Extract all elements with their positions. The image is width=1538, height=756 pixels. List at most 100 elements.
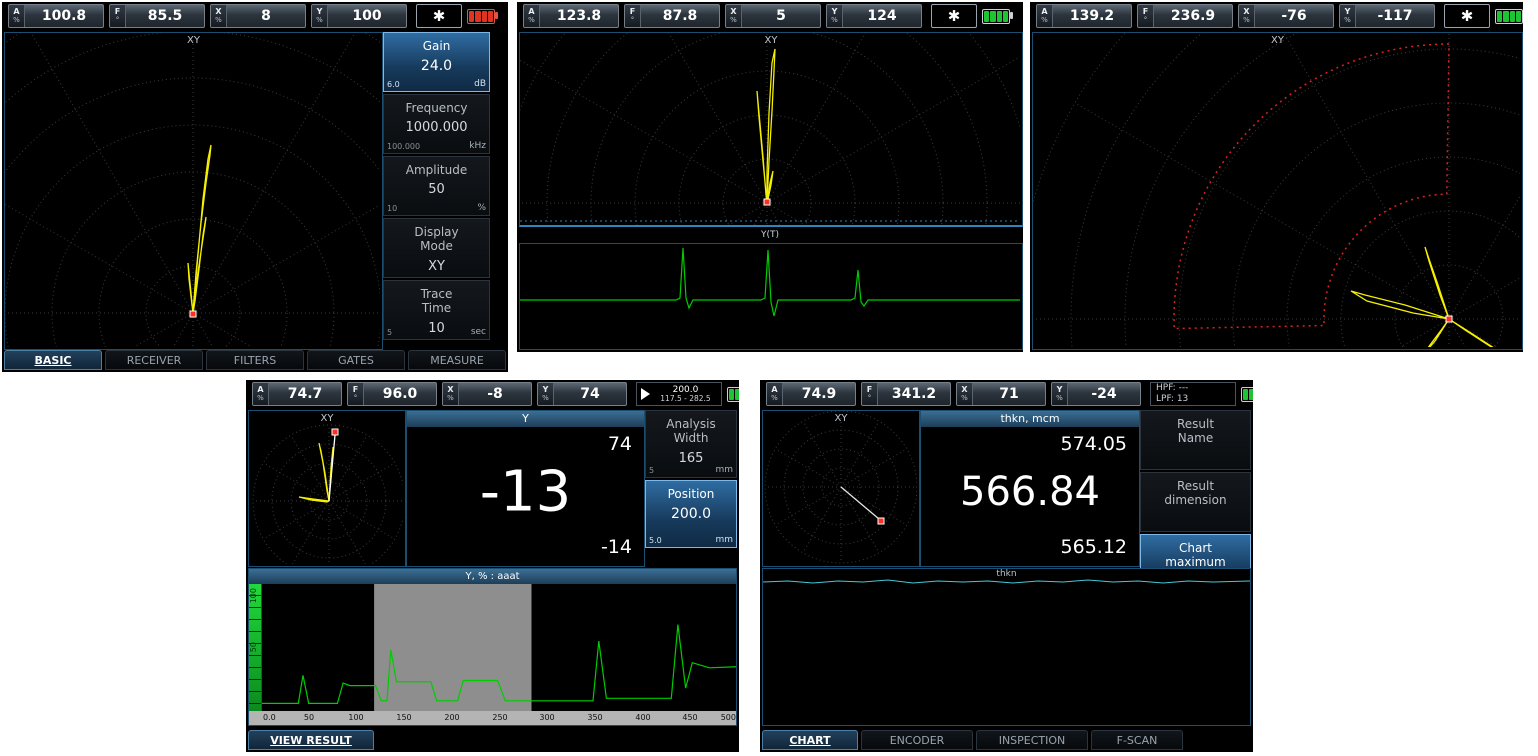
tab-inspection[interactable]: INSPECTION [976, 730, 1088, 750]
readout-phase: F ° 85.5 [109, 4, 205, 28]
impedance-plane-plot: XY [519, 32, 1023, 227]
y-value: -117 [1377, 8, 1413, 24]
value-max: 574.05 [1060, 433, 1127, 455]
battery-icon [467, 8, 498, 24]
readout-amplitude: A% 139.2 [1036, 4, 1132, 28]
readout-phase: F ° 341.2 [861, 382, 951, 406]
x-label: X% [1239, 5, 1255, 27]
amplitude-value: 123.8 [556, 8, 602, 24]
strip-chart-title: Y, % : aaat [249, 569, 736, 584]
amplitude-value: 74.7 [287, 386, 323, 402]
readout-x: X% -8 [442, 382, 532, 406]
readout-y: Y% -117 [1339, 4, 1435, 28]
tab-f-scan[interactable]: F-SCAN [1091, 730, 1183, 750]
tab-measure[interactable]: MEASURE [408, 350, 506, 370]
readout-y: Y% 74 [537, 382, 627, 406]
thickness-trend-strip: thkn [762, 568, 1251, 726]
menu-item-result-name[interactable]: Result Name [1140, 410, 1251, 470]
x-value: 5 [776, 8, 786, 24]
value-main: 566.84 [960, 468, 1100, 515]
readout-amplitude: A% 123.8 [523, 4, 619, 28]
screen-basic-settings: A% 100.8 F ° 85.5 X% 8 Y% 100 ✱ XY Gain 2… [2, 2, 508, 372]
value-main: -13 [479, 459, 572, 525]
readout-y: Y% 100 [311, 4, 407, 28]
battery-icon [1495, 8, 1523, 24]
x-label: X% [211, 5, 227, 27]
amplitude-label: A% [9, 5, 25, 27]
x-value: -8 [487, 386, 503, 402]
menu-item-gain[interactable]: Gain 24.0 6.0 dB [383, 32, 490, 92]
tab-gates[interactable]: GATES [307, 350, 405, 370]
x-axis: 0.0 50 100 150 200 250 300 350 400 450 5… [249, 711, 736, 725]
battery-icon [1241, 386, 1253, 402]
value-panel-title: Y [407, 411, 644, 427]
readout-x: X% 8 [210, 4, 306, 28]
thickness-trend-plot [763, 569, 1250, 725]
tab-view-result[interactable]: VIEW RESULT [248, 730, 374, 750]
y-value: 124 [867, 8, 897, 24]
phase-label: F ° [348, 383, 364, 405]
analysis-menu: Analysis Width 165 5 mm Position 200.0 5… [645, 410, 737, 548]
lpf-value: LPF: 13 [1156, 394, 1189, 404]
thickness-value-panel: thkn, mcm 574.05 566.84 565.12 [920, 410, 1140, 567]
x-label: X% [726, 5, 742, 27]
readout-phase: F ° 87.8 [624, 4, 720, 28]
status-bar: A% 123.8 F ° 87.8 X% 5 Y% 124 ✱ [517, 2, 1023, 30]
yt-trace-plot [519, 243, 1023, 350]
asterisk-button[interactable]: ✱ [416, 4, 462, 28]
status-bar: A% 139.2 F ° 236.9 X% -76 Y% -117 ✱ [1030, 2, 1523, 30]
x-label: X% [443, 383, 459, 405]
amplitude-label: A% [767, 383, 783, 405]
alarm-sector-plot: XY [1032, 32, 1523, 350]
menu-item-result-dimension[interactable]: Result dimension [1140, 472, 1251, 532]
y-value: 100 [352, 8, 382, 24]
amplitude-label: A% [1037, 5, 1053, 27]
battery-icon [727, 386, 739, 402]
status-bar: A% 74.7 F ° 96.0 X% -8 Y% 74 200.0 117.5 … [246, 380, 739, 408]
phase-value: 341.2 [891, 386, 937, 402]
menu-item-position[interactable]: Position 200.0 5.0 mm [645, 480, 737, 548]
filter-settings-box: HPF: --- LPF: 13 [1150, 382, 1236, 406]
tab-encoder[interactable]: ENCODER [861, 730, 973, 750]
phase-label: F ° [1138, 5, 1154, 27]
yt-section-label: Y(T) [760, 230, 780, 240]
tab-filters[interactable]: FILTERS [206, 350, 304, 370]
playback-position-indicator[interactable]: 200.0 117.5 - 282.5 [636, 382, 722, 406]
y-label: Y% [827, 5, 843, 27]
phase-label: F ° [862, 383, 878, 405]
screen-xy-yt-view: A% 123.8 F ° 87.8 X% 5 Y% 124 ✱ XY Y(T) [517, 2, 1023, 352]
asterisk-button[interactable]: ✱ [931, 4, 977, 28]
battery-icon [982, 8, 1013, 24]
menu-item-analysis-width[interactable]: Analysis Width 165 5 mm [645, 410, 737, 478]
tab-chart[interactable]: CHART [762, 730, 858, 750]
impedance-plane-plot: XY [4, 32, 383, 350]
x-value: 71 [999, 386, 1019, 402]
phase-value: 236.9 [1170, 8, 1216, 24]
measurement-value-panel: Y 74 -13 -14 [406, 410, 645, 567]
y-label: Y% [538, 383, 554, 405]
tab-bar: BASIC RECEIVER FILTERS GATES MEASURE [4, 350, 506, 370]
readout-amplitude: A% 74.7 [252, 382, 342, 406]
amplitude-value: 74.9 [801, 386, 837, 402]
tab-receiver[interactable]: RECEIVER [105, 350, 203, 370]
y-label: Y% [312, 5, 328, 27]
menu-item-display-mode[interactable]: Display Mode XY [383, 218, 490, 278]
amplitude-value: 100.8 [41, 8, 87, 24]
y-value: -24 [1091, 386, 1117, 402]
amplitude-label: A% [253, 383, 269, 405]
phase-value: 96.0 [382, 386, 418, 402]
x-label: X% [957, 383, 973, 405]
tab-bar: VIEW RESULT [248, 730, 737, 750]
menu-item-frequency[interactable]: Frequency 1000.000 100.000 kHz [383, 94, 490, 154]
status-bar: A% 74.9 F ° 341.2 X% 71 Y% -24 HPF: --- L… [760, 380, 1253, 408]
asterisk-button[interactable]: ✱ [1444, 4, 1490, 28]
screen-alarm-sector-view: A% 139.2 F ° 236.9 X% -76 Y% -117 ✱ XY [1030, 2, 1523, 352]
settings-menu: Gain 24.0 6.0 dB Frequency 1000.000 100.… [383, 32, 490, 340]
readout-y: Y% 124 [826, 4, 922, 28]
menu-item-trace-time[interactable]: Trace Time 10 5 sec [383, 280, 490, 340]
menu-item-amplitude[interactable]: Amplitude 50 10 % [383, 156, 490, 216]
mini-impedance-plot: XY [248, 410, 406, 567]
value-panel-title: thkn, mcm [921, 411, 1139, 427]
tab-basic[interactable]: BASIC [4, 350, 102, 370]
readout-x: X% -76 [1238, 4, 1334, 28]
